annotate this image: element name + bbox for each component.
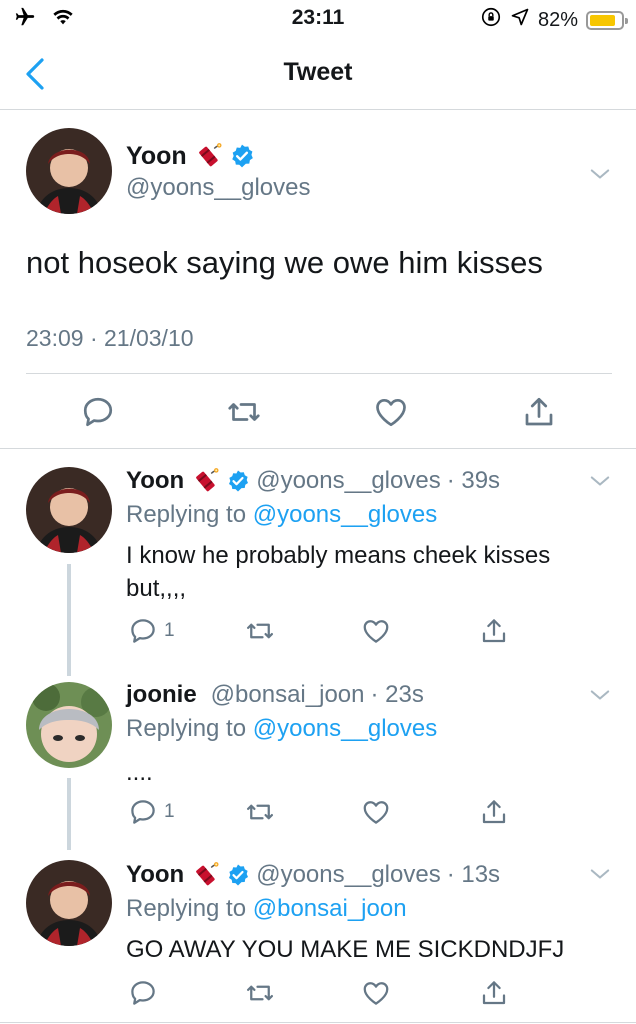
handle[interactable]: @bonsai_joon <box>211 681 365 709</box>
retweet-icon <box>245 797 275 827</box>
relative-time: · 39s <box>446 467 501 494</box>
reply-icon <box>128 797 158 827</box>
battery-fill <box>590 14 615 26</box>
firecracker-icon <box>190 466 220 496</box>
reply-button[interactable] <box>128 978 158 1008</box>
status-bar: 23:11 82% <box>0 0 636 38</box>
like-button[interactable] <box>361 616 391 646</box>
replying-to: Replying to @bonsai_joon <box>126 895 407 923</box>
avatar[interactable] <box>26 860 112 946</box>
share-icon <box>479 616 509 646</box>
replying-to: Replying to @yoons__gloves <box>126 715 437 743</box>
reply-header: Yoon @yoons__gloves · 39s <box>126 466 500 496</box>
heart-icon <box>361 978 391 1008</box>
chevron-down-icon[interactable] <box>586 160 614 188</box>
replying-label: Replying to <box>126 501 247 528</box>
tweet-text: I know he probably means cheek kisses bu… <box>126 542 551 602</box>
display-name[interactable]: joonie <box>126 681 197 709</box>
avatar[interactable] <box>26 682 112 768</box>
verified-badge-icon <box>226 469 250 493</box>
reply-count: 1 <box>164 620 175 641</box>
tweet-text: not hoseok saying we owe him kisses <box>26 245 543 280</box>
reply-button[interactable]: 1 <box>128 616 175 646</box>
divider <box>0 448 636 449</box>
location-icon <box>510 7 530 33</box>
chevron-down-icon[interactable] <box>586 467 614 495</box>
retweet-icon <box>245 616 275 646</box>
relative-time: · 23s <box>370 681 424 708</box>
replying-to-handle[interactable]: @yoons__gloves <box>253 501 437 528</box>
page-title: Tweet <box>283 58 353 86</box>
chevron-down-icon[interactable] <box>586 681 614 709</box>
display-name: Yoon <box>126 141 187 170</box>
share-button[interactable] <box>521 394 557 430</box>
firecracker-icon <box>193 141 223 171</box>
reply-header: joonie @bonsai_joon · 23s <box>126 681 424 709</box>
like-button[interactable] <box>373 394 409 430</box>
avatar[interactable] <box>26 467 112 553</box>
battery-percent: 82% <box>537 8 578 31</box>
replying-to: Replying to @yoons__gloves <box>126 501 437 529</box>
divider <box>26 373 612 374</box>
retweet-icon <box>245 978 275 1008</box>
avatar[interactable] <box>26 128 112 214</box>
tweet-actions <box>26 390 612 434</box>
handle[interactable]: @yoons__gloves <box>126 174 310 202</box>
share-icon <box>479 797 509 827</box>
like-button[interactable] <box>361 797 391 827</box>
retweet-button[interactable] <box>226 394 262 430</box>
reply-header: Yoon @yoons__gloves · 13s <box>126 860 500 890</box>
share-button[interactable] <box>479 797 509 827</box>
reply-icon <box>128 978 158 1008</box>
relative-time: · 13s <box>446 861 501 888</box>
chevron-down-icon[interactable] <box>586 860 614 888</box>
reply-button[interactable] <box>80 394 116 430</box>
share-button[interactable] <box>479 616 509 646</box>
tweet-timestamp[interactable]: 23:09 · 21/03/10 <box>26 325 194 352</box>
orientation-lock-icon <box>480 6 502 34</box>
verified-badge-icon <box>229 143 255 169</box>
reply-icon <box>80 394 116 430</box>
handle[interactable]: @yoons__gloves <box>256 861 440 889</box>
replying-to-handle[interactable]: @bonsai_joon <box>253 895 407 922</box>
share-icon <box>479 978 509 1008</box>
share-icon <box>521 394 557 430</box>
replying-label: Replying to <box>126 715 247 742</box>
replying-to-handle[interactable]: @yoons__gloves <box>253 715 437 742</box>
tweet-text: GO AWAY YOU MAKE ME SICKDNDJFJ <box>126 936 565 963</box>
retweet-icon <box>226 394 262 430</box>
nav-bar: Tweet <box>0 38 636 110</box>
thread-line <box>67 778 71 850</box>
main-tweet-author[interactable]: Yoon <box>126 141 255 171</box>
display-name[interactable]: Yoon <box>126 467 184 495</box>
replying-label: Replying to <box>126 895 247 922</box>
retweet-button[interactable] <box>245 797 275 827</box>
display-name[interactable]: Yoon <box>126 861 184 889</box>
heart-icon <box>361 616 391 646</box>
status-right: 82% <box>480 6 628 34</box>
heart-icon <box>373 394 409 430</box>
retweet-button[interactable] <box>245 978 275 1008</box>
verified-badge-icon <box>226 863 250 887</box>
divider <box>0 1022 636 1023</box>
share-button[interactable] <box>479 978 509 1008</box>
heart-icon <box>361 797 391 827</box>
battery-icon <box>586 10 628 30</box>
retweet-button[interactable] <box>245 616 275 646</box>
tweet-text: .... <box>126 759 153 786</box>
handle[interactable]: @yoons__gloves <box>256 467 440 495</box>
firecracker-icon <box>190 860 220 890</box>
reply-button[interactable]: 1 <box>128 797 175 827</box>
reply-count: 1 <box>164 801 175 822</box>
thread-line <box>67 564 71 676</box>
reply-icon <box>128 616 158 646</box>
like-button[interactable] <box>361 978 391 1008</box>
